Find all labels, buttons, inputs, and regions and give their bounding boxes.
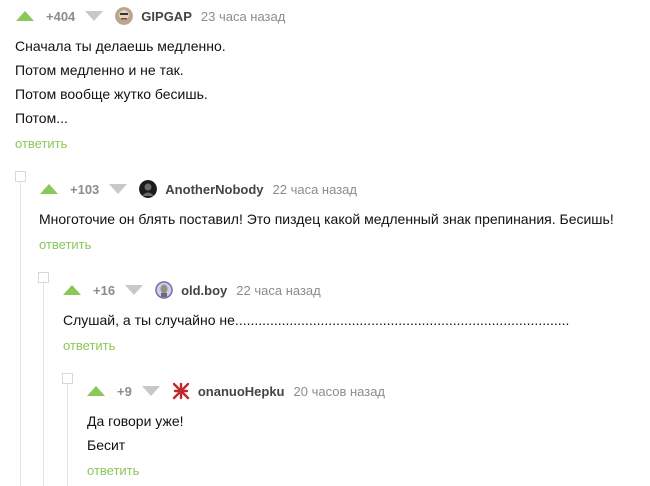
comment-header: +9 onanuoHepku 20 часов назад — [87, 381, 385, 401]
downvote-button[interactable] — [85, 11, 104, 21]
collapse-toggle[interactable] — [15, 171, 26, 182]
downvote-button[interactable] — [125, 285, 144, 295]
comment-body: Сначала ты делаешь медленно. Потом медле… — [15, 34, 226, 130]
thread-branch[interactable] — [67, 384, 68, 486]
upvote-button[interactable] — [40, 184, 58, 194]
downvote-button[interactable] — [109, 184, 128, 194]
timestamp: 22 часа назад — [272, 181, 357, 197]
upvote-button[interactable] — [63, 285, 81, 295]
username[interactable]: GIPGAP — [141, 9, 192, 24]
rating: +9 — [117, 383, 132, 399]
red-glyph-avatar-icon[interactable] — [172, 382, 190, 400]
rating: +16 — [93, 282, 116, 298]
timestamp: 20 часов назад — [293, 383, 386, 399]
username[interactable]: old.boy — [181, 283, 227, 298]
reply-link[interactable]: ответить — [87, 463, 139, 478]
comment-body: Многоточие он блять поставил! Это пиздец… — [39, 207, 614, 231]
comment-header: +103 AnotherNobody 22 часа назад — [40, 179, 357, 199]
comment-line: Слушай, а ты случайно не................… — [63, 312, 570, 328]
downvote-button[interactable] — [141, 386, 160, 396]
portrait-avatar-icon[interactable] — [155, 281, 174, 299]
username[interactable]: onanuoHepku — [198, 384, 285, 399]
face-avatar-icon[interactable] — [115, 7, 134, 25]
collapse-toggle[interactable] — [38, 272, 49, 283]
upvote-button[interactable] — [87, 386, 105, 396]
comment-line: Да говори уже! — [87, 413, 184, 429]
rating: +103 — [70, 181, 100, 197]
thread-branch[interactable] — [20, 182, 21, 486]
reply-link[interactable]: ответить — [39, 237, 91, 252]
upvote-button[interactable] — [16, 11, 34, 21]
comment-line: Многоточие он блять поставил! Это пиздец… — [39, 211, 614, 227]
reply-link[interactable]: ответить — [63, 338, 115, 353]
comment-line: Потом... — [15, 110, 68, 126]
comment-line: Сначала ты делаешь медленно. — [15, 38, 226, 54]
timestamp: 23 часа назад — [200, 8, 286, 24]
thread-branch[interactable] — [43, 283, 44, 486]
comment-header: +16 old.boy 22 часа назад — [63, 280, 321, 300]
dark-avatar-icon[interactable] — [139, 180, 158, 198]
comment-line: Потом медленно и не так. — [15, 62, 184, 78]
comment-body: Слушай, а ты случайно не................… — [63, 308, 569, 332]
comment-line: Потом вообще жутко бесишь. — [15, 86, 208, 102]
reply-link[interactable]: ответить — [15, 136, 67, 151]
username[interactable]: AnotherNobody — [165, 182, 263, 197]
timestamp: 22 часа назад — [236, 282, 321, 298]
collapse-toggle[interactable] — [62, 373, 73, 384]
comment-header: +404 GIPGAP 23 часа назад — [16, 6, 285, 26]
comment-body: Да говори уже! Бесит — [87, 409, 184, 457]
comment-line: Бесит — [87, 437, 126, 453]
rating: +404 — [46, 8, 76, 24]
